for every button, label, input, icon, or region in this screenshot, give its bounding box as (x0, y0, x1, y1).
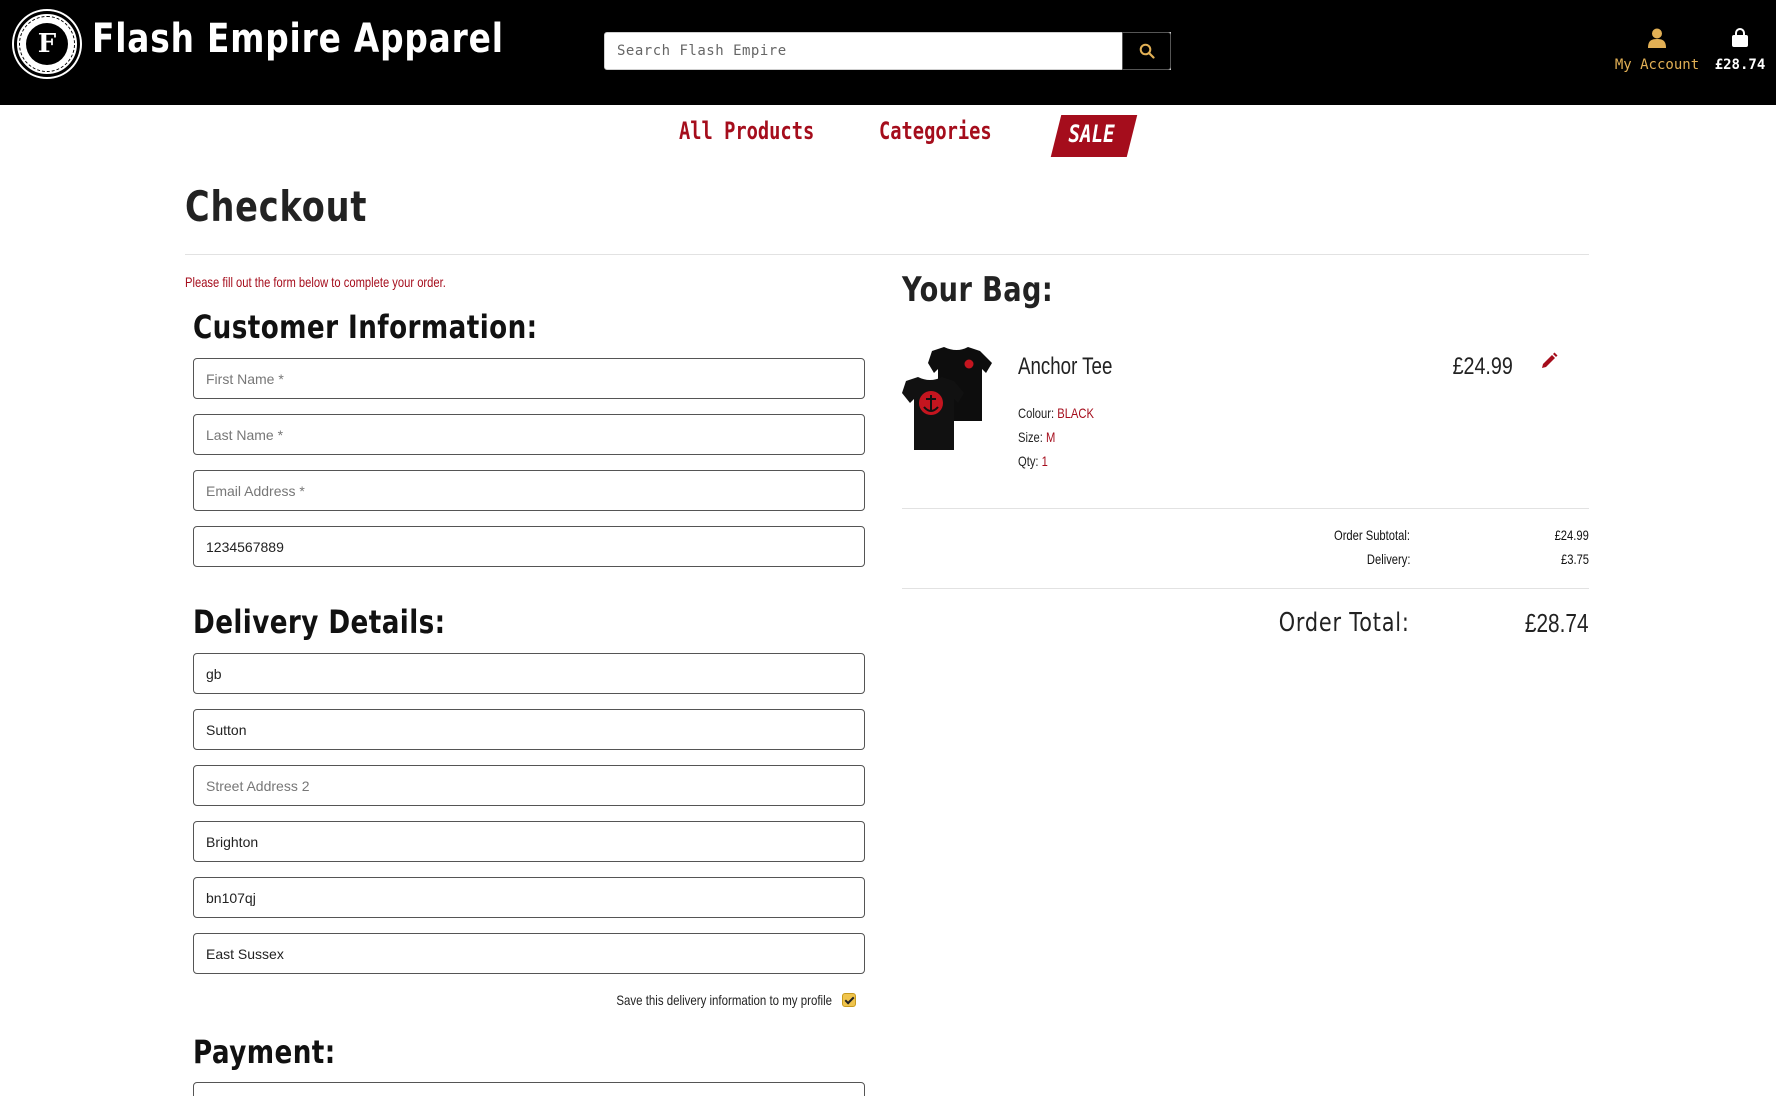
product-image (902, 347, 992, 450)
street-address-1-field[interactable] (193, 709, 865, 750)
brand-name[interactable]: Flash Empire Apparel (92, 16, 504, 62)
last-name-field[interactable] (193, 414, 865, 455)
divider (185, 254, 1589, 255)
qty-label: Qty: (1018, 453, 1039, 469)
my-account-label: My Account (1614, 57, 1700, 73)
site-header: F Flash Empire Apparel My Account £28.74 (0, 0, 1776, 105)
nav-categories[interactable]: Categories (879, 117, 992, 145)
product-name[interactable]: Anchor Tee (1018, 353, 1112, 381)
email-field[interactable] (193, 470, 865, 511)
cart-total: £28.74 (1714, 57, 1766, 73)
delivery-value: £3.75 (1560, 551, 1589, 567)
search-button[interactable] (1122, 32, 1171, 70)
delivery-label: Delivery: (1366, 551, 1410, 567)
order-total-value: £28.74 (1525, 608, 1589, 638)
size-value: M (1046, 429, 1056, 445)
nav-sale[interactable]: SALE (1050, 115, 1138, 157)
town-city-field[interactable] (193, 821, 865, 862)
size-label: Size: (1018, 429, 1043, 445)
product-price: £24.99 (1452, 353, 1513, 380)
save-info-row: Save this delivery information to my pro… (600, 990, 856, 1010)
subtotal-label: Order Subtotal: (1334, 527, 1410, 543)
user-icon (1648, 28, 1666, 48)
divider (902, 588, 1589, 589)
postcode-field[interactable] (193, 877, 865, 918)
card-element[interactable] (193, 1082, 865, 1096)
shopping-bag-icon (1732, 28, 1748, 47)
subtotal-value: £24.99 (1554, 527, 1589, 543)
form-notice: Please fill out the form below to comple… (185, 274, 446, 290)
county-field[interactable] (193, 933, 865, 974)
customer-info-title: Customer Information: (193, 308, 538, 346)
bag-title: Your Bag: (902, 270, 1054, 310)
cart-link[interactable]: £28.74 (1712, 28, 1768, 73)
nav-all-products[interactable]: All Products (679, 117, 814, 145)
phone-field[interactable] (193, 526, 865, 567)
colour-label: Colour: (1018, 405, 1055, 421)
product-size: Size: M (1018, 429, 1055, 445)
order-total-label: Order Total: (1279, 608, 1410, 638)
edit-pencil-icon[interactable] (1540, 352, 1558, 370)
product-colour: Colour: BLACK (1018, 405, 1094, 421)
save-info-label: Save this delivery information to my pro… (616, 992, 832, 1008)
country-field[interactable] (193, 653, 865, 694)
search-icon (1139, 43, 1155, 59)
first-name-field[interactable] (193, 358, 865, 399)
sale-label: SALE (1068, 120, 1115, 148)
my-account-link[interactable]: My Account (1614, 28, 1700, 73)
colour-value: BLACK (1057, 405, 1094, 421)
search-input[interactable] (604, 32, 1171, 70)
main-nav: All Products Categories SALE (0, 115, 1776, 157)
product-qty: Qty: 1 (1018, 453, 1048, 469)
logo-letter: F (26, 23, 68, 65)
save-info-checkbox[interactable] (842, 993, 856, 1007)
payment-title: Payment: (193, 1033, 336, 1071)
divider (902, 508, 1589, 509)
brand-logo[interactable]: F (14, 11, 80, 77)
delivery-details-title: Delivery Details: (193, 603, 446, 641)
page-title: Checkout (185, 182, 368, 231)
street-address-2-field[interactable] (193, 765, 865, 806)
qty-value: 1 (1041, 453, 1048, 469)
